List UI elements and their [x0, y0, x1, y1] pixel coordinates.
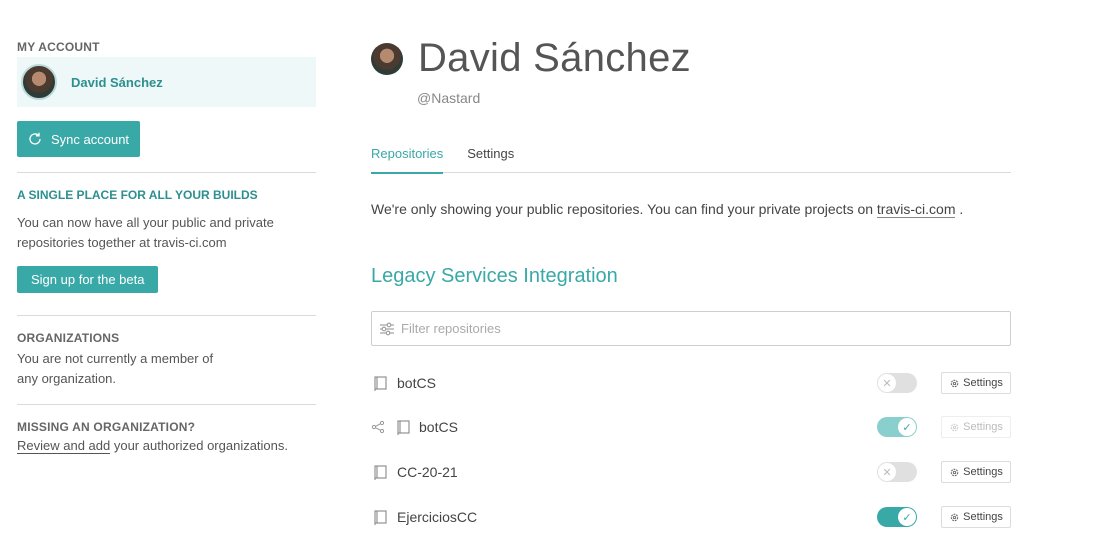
settings-label: Settings: [963, 511, 1003, 523]
notice-text: We're only showing your public repositor…: [371, 201, 877, 217]
legacy-services-title: Legacy Services Integration: [371, 265, 618, 287]
profile-avatar: [371, 42, 403, 75]
notice-end: .: [955, 201, 964, 217]
check-icon: ✓: [898, 508, 916, 526]
avatar: [21, 64, 57, 100]
repo-name[interactable]: botCS: [397, 375, 436, 391]
my-account-title: MY ACCOUNT: [17, 40, 100, 54]
filter-icon: [379, 321, 395, 337]
repo-toggle[interactable]: ✕: [877, 373, 917, 393]
sync-account-button[interactable]: Sync account: [17, 121, 141, 157]
organizations-text: You are not currently a member of any or…: [17, 351, 214, 386]
profile-name: David Sánchez: [418, 36, 691, 80]
promo-text: You can now have all your public and pri…: [17, 215, 274, 250]
repo-settings-button[interactable]: Settings: [941, 506, 1011, 528]
settings-label: Settings: [963, 421, 1003, 433]
gear-icon: [949, 467, 960, 478]
check-icon: ✓: [898, 418, 916, 436]
repo-settings-button[interactable]: Settings: [941, 461, 1011, 483]
profile-tabs: Repositories Settings: [371, 146, 1011, 174]
beta-signup-button[interactable]: Sign up for the beta: [17, 266, 159, 293]
repo-row: botCS ✓ Settings: [371, 414, 1011, 440]
account-name[interactable]: David Sánchez: [71, 75, 163, 90]
sidebar: MY ACCOUNT David Sánchez Sync account A …: [17, 40, 316, 454]
travis-ci-com-link[interactable]: travis-ci.com: [876, 201, 956, 218]
filter-repositories-input[interactable]: [401, 321, 991, 336]
account-card[interactable]: David Sánchez: [17, 57, 316, 107]
repo-settings-button[interactable]: Settings: [941, 372, 1011, 394]
missing-org-text: Review and add your authorized organizat…: [17, 438, 316, 454]
x-icon: ✕: [878, 463, 896, 481]
gear-icon: [949, 422, 960, 433]
divider: [17, 404, 316, 405]
settings-label: Settings: [963, 466, 1003, 478]
repo-name[interactable]: CC-20-21: [397, 464, 458, 480]
profile-handle: @Nastard: [417, 90, 481, 106]
missing-org-rest: your authorized organizations.: [110, 438, 289, 453]
x-icon: ✕: [878, 374, 896, 392]
private-repos-notice: We're only showing your public repositor…: [371, 201, 964, 218]
settings-label: Settings: [963, 377, 1003, 389]
repo-toggle[interactable]: ✓: [877, 417, 917, 437]
organizations-title: ORGANIZATIONS: [17, 331, 120, 345]
repo-icon: [372, 464, 388, 480]
repo-row: EjerciciosCC ✓ Settings: [371, 504, 1011, 530]
fork-icon: [371, 420, 385, 434]
repo-toggle[interactable]: ✓: [877, 507, 917, 527]
repo-name[interactable]: EjerciciosCC: [397, 509, 477, 525]
sync-icon: [27, 131, 43, 147]
sync-account-label: Sync account: [51, 131, 130, 147]
repo-row: CC-20-21 ✕ Settings: [371, 459, 1011, 485]
repo-settings-button[interactable]: Settings: [941, 416, 1011, 438]
repo-toggle[interactable]: ✕: [877, 462, 917, 482]
divider: [17, 315, 316, 316]
review-orgs-link[interactable]: Review and add: [17, 438, 111, 454]
tab-settings[interactable]: Settings: [467, 146, 514, 173]
repo-icon: [395, 419, 411, 435]
tab-repositories[interactable]: Repositories: [371, 146, 444, 174]
filter-box[interactable]: [371, 311, 1011, 346]
promo-title: A SINGLE PLACE FOR ALL YOUR BUILDS: [17, 188, 258, 202]
repo-name[interactable]: botCS: [419, 419, 458, 435]
repo-icon: [372, 509, 388, 525]
missing-org-title: MISSING AN ORGANIZATION?: [17, 420, 196, 434]
profile-header: David Sánchez: [371, 36, 691, 81]
divider: [17, 172, 316, 173]
gear-icon: [949, 378, 960, 389]
gear-icon: [949, 512, 960, 523]
repo-row: botCS ✕ Settings: [371, 370, 1011, 396]
repo-icon: [372, 375, 388, 391]
